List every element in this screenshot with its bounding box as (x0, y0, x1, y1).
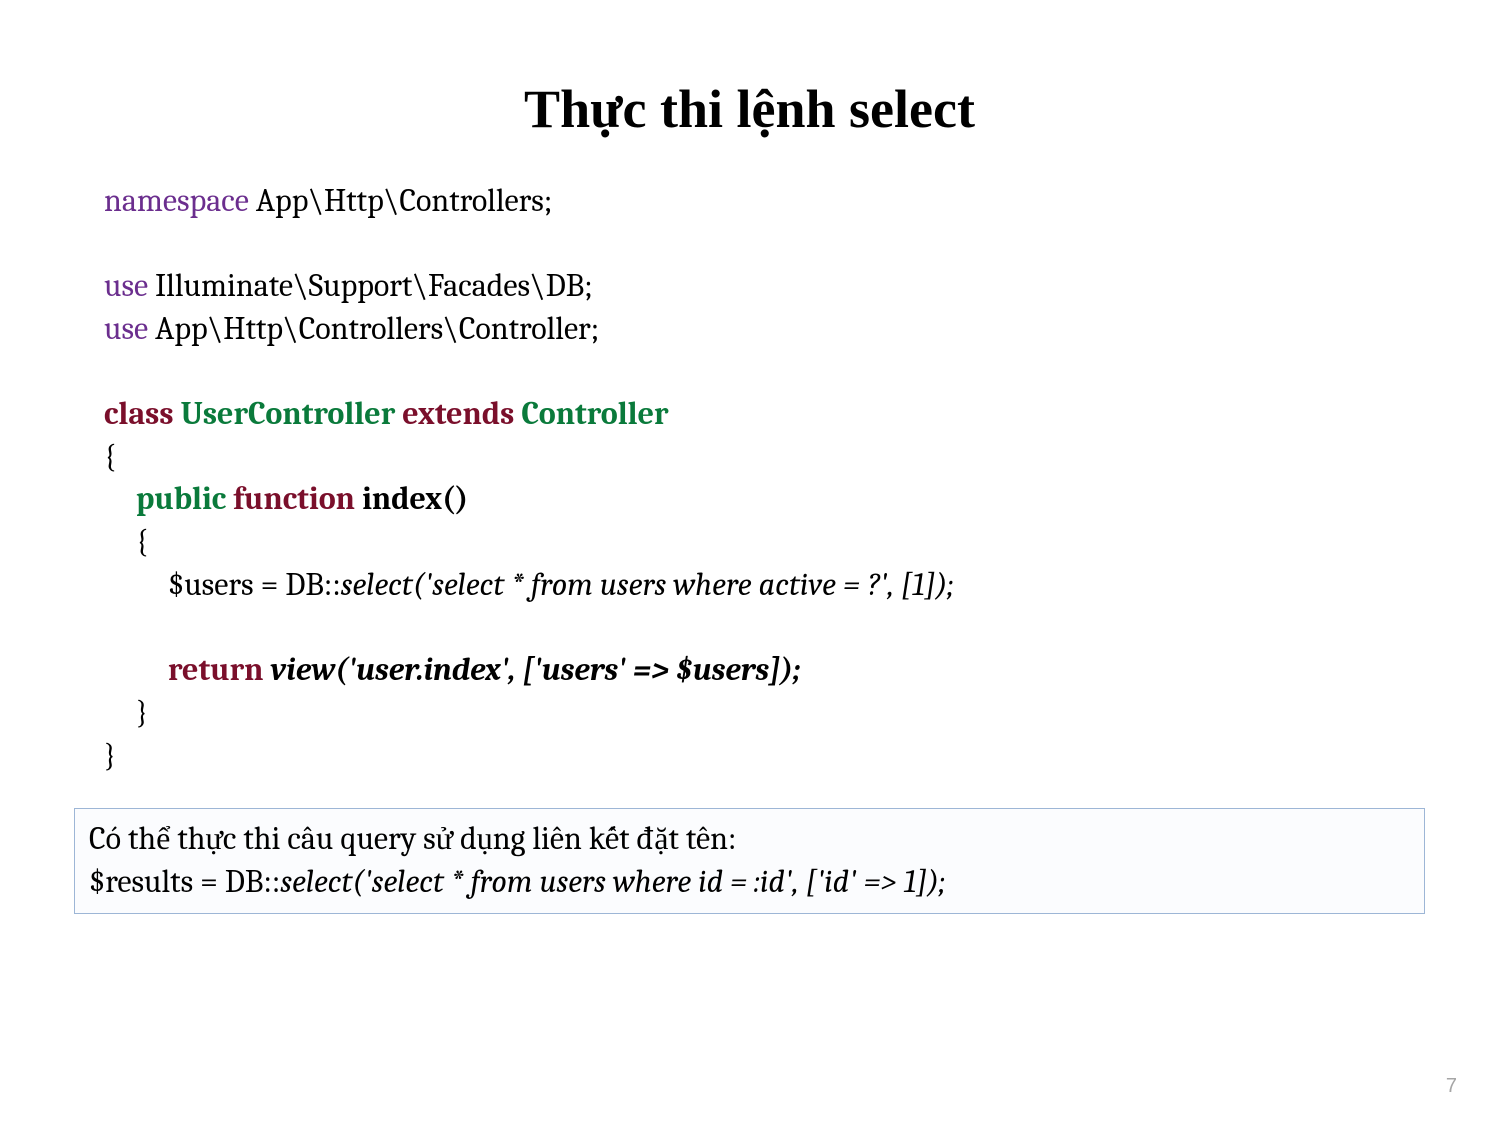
parent-class: Controller (521, 395, 668, 432)
keyword-public: public (136, 480, 233, 517)
keyword-namespace: namespace (104, 182, 249, 219)
code-block: namespace App\Http\Controllers; use Illu… (0, 180, 1499, 778)
note-box: Có thể thực thi câu query sử dụng liên k… (74, 808, 1425, 914)
blank-line (104, 351, 1401, 393)
code-call: select('select * from users where active… (341, 566, 954, 603)
blank-line (104, 223, 1401, 265)
keyword-extends: extends (402, 395, 521, 432)
note-line2: $results = DB::select('select * from use… (89, 860, 1410, 903)
code-text: $users = DB:: (168, 566, 341, 603)
inner-brace-close: } (104, 692, 1401, 735)
note-line1: Có thể thực thi câu query sử dụng liên k… (89, 817, 1410, 860)
class-name: UserController (181, 395, 403, 432)
blank-line (104, 607, 1401, 649)
keyword-use: use (104, 310, 148, 347)
keyword-use: use (104, 267, 148, 304)
code-line-method: public function index() (104, 478, 1401, 521)
code-line-class: class UserController extends Controller (104, 393, 1401, 436)
code-line-use2: use App\Http\Controllers\Controller; (104, 308, 1401, 351)
code-text: App\Http\Controllers; (249, 182, 552, 219)
code-line-use1: use Illuminate\Support\Facades\DB; (104, 265, 1401, 308)
method-name: index() (362, 480, 468, 517)
code-call: select('select * from users where id = :… (280, 863, 945, 900)
code-text: Illuminate\Support\Facades\DB; (148, 267, 593, 304)
code-line-return: return view('user.index', ['users' => $u… (104, 649, 1401, 692)
code-text: App\Http\Controllers\Controller; (148, 310, 599, 347)
inner-brace-open: { (104, 521, 1401, 564)
code-line-select: $users = DB::select('select * from users… (104, 564, 1401, 607)
code-call: view('user.index', ['users' => $users]); (264, 651, 801, 688)
code-text: $results = DB:: (89, 863, 280, 900)
page-number: 7 (1446, 1075, 1457, 1098)
keyword-return: return (168, 651, 264, 688)
code-line-namespace: namespace App\Http\Controllers; (104, 180, 1401, 223)
keyword-function: function (233, 480, 362, 517)
brace-close: } (104, 735, 1401, 778)
brace-open: { (104, 436, 1401, 479)
keyword-class: class (104, 395, 181, 432)
slide-title: Thực thi lệnh select (0, 0, 1499, 180)
